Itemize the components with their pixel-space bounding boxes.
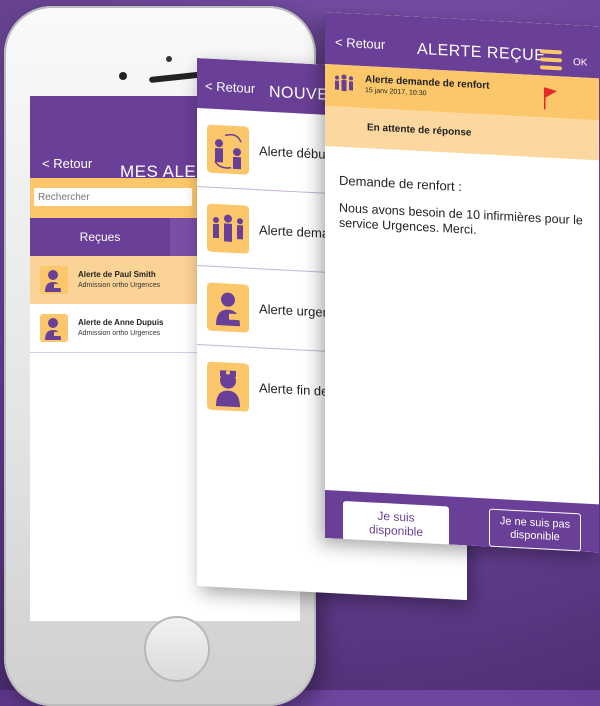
- staff-group-icon: [333, 72, 355, 93]
- back-button[interactable]: < Retour: [335, 35, 385, 53]
- shift-change-icon: [207, 124, 249, 175]
- back-button[interactable]: < Retour: [42, 156, 92, 171]
- ok-button[interactable]: OK: [573, 57, 587, 69]
- search-input[interactable]: [34, 188, 192, 206]
- message-body: Nous avons besoin de 10 infirmières pour…: [339, 200, 583, 237]
- patient-icon: [207, 282, 249, 333]
- tab-received[interactable]: Reçues: [30, 218, 170, 256]
- list-item-title: Alerte de Anne Dupuis: [78, 318, 164, 327]
- back-button[interactable]: < Retour: [205, 78, 255, 96]
- patient-icon: [40, 266, 68, 294]
- phone-sensor: [166, 56, 172, 62]
- alert-type-label: Alerte fin de: [259, 380, 329, 399]
- phone-camera: [119, 72, 127, 80]
- list-item-title: Alerte de Paul Smith: [78, 270, 156, 279]
- nurse-icon: [207, 361, 249, 412]
- menu-icon[interactable]: [540, 49, 562, 71]
- screen-alert-received: < Retour ALERTE REÇUE OK Alerte demande …: [325, 12, 599, 553]
- status-text: En attente de réponse: [367, 122, 472, 139]
- list-item-subtitle: Admission ortho Urgences: [78, 282, 161, 289]
- home-button[interactable]: [144, 616, 210, 682]
- patient-icon: [40, 314, 68, 342]
- list-item-subtitle: Admission ortho Urgences: [78, 330, 161, 337]
- staff-group-icon: [207, 203, 249, 254]
- alert-date: 15 janv 2017, 10:30: [365, 87, 427, 98]
- unavailable-button[interactable]: Je ne suis pas disponible: [489, 508, 581, 552]
- message-heading: Demande de renfort :: [339, 172, 462, 195]
- available-button[interactable]: Je suis disponible: [343, 500, 449, 547]
- alert-type-label: Alerte début: [259, 143, 330, 162]
- flag-icon: [543, 85, 557, 110]
